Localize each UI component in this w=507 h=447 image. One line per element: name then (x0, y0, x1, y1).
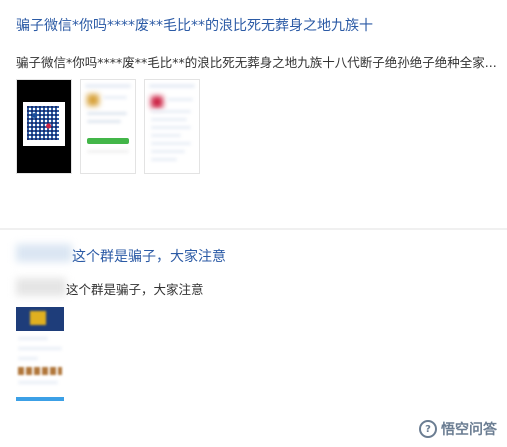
post-title[interactable]: 这个群是骗子，大家注意 (72, 246, 226, 266)
post-image-thumbnail[interactable] (80, 79, 136, 174)
feed-post: 这个群是骗子，大家注意 这个群是骗子，大家注意 ? 悟空问答 (0, 230, 507, 447)
post-image-thumbnail[interactable] (16, 307, 64, 403)
speech-bubble-icon: ? (419, 420, 437, 438)
wukong-watermark: ? 悟空问答 (419, 419, 497, 439)
feed-post: 骗子微信*你吗****废**毛比**的浪比死无葬身之地九族十 骗子微信*你吗**… (0, 0, 507, 229)
post-image-thumbnail[interactable] (16, 79, 72, 174)
post-image-thumbnail[interactable] (144, 79, 200, 174)
watermark-text: 悟空问答 (441, 422, 497, 438)
blurred-username (16, 278, 66, 296)
post-excerpt[interactable]: 这个群是骗子，大家注意 (66, 279, 204, 298)
post-excerpt[interactable]: 骗子微信*你吗****废**毛比**的浪比死无葬身之地九族十八代断子绝孙绝子绝种… (16, 52, 496, 71)
post-title[interactable]: 骗子微信*你吗****废**毛比**的浪比死无葬身之地九族十 (16, 15, 373, 35)
blurred-username (16, 244, 72, 262)
